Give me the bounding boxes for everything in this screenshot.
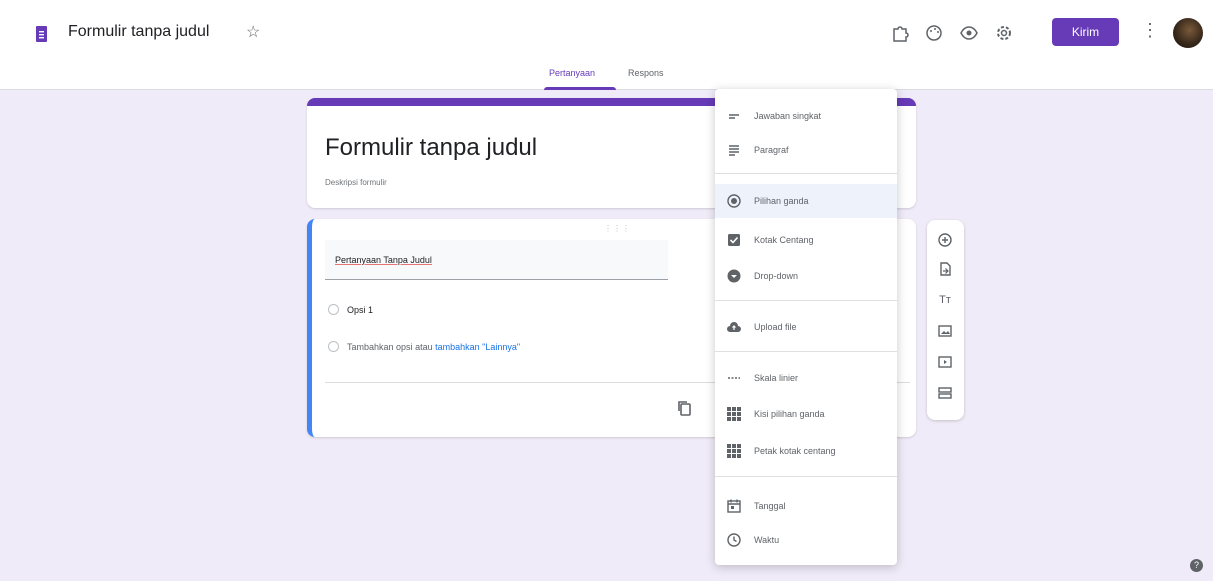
option-1[interactable]: Opsi 1: [347, 305, 373, 315]
menu-item-label: Kotak Centang: [754, 235, 814, 245]
form-name[interactable]: Formulir tanpa judul: [68, 23, 209, 41]
question-type-menu: Jawaban singkat Paragraf Pilihan ganda K…: [715, 89, 897, 565]
menu-item-time[interactable]: Waktu: [715, 523, 897, 557]
question-title-field[interactable]: Pertanyaan Tanpa Judul: [325, 240, 668, 280]
menu-item-checkbox-grid[interactable]: Petak kotak centang: [715, 434, 897, 468]
menu-item-dropdown[interactable]: Drop-down: [715, 259, 897, 293]
form-title[interactable]: Formulir tanpa judul: [325, 134, 537, 162]
app-header: Formulir tanpa judul ☆ Kirim ⋮ Pertanyaa…: [0, 0, 1213, 90]
menu-item-paragraph[interactable]: Paragraf: [715, 133, 897, 167]
cloud-upload-icon: [726, 319, 742, 335]
menu-item-label: Waktu: [754, 535, 780, 545]
import-questions-icon[interactable]: [937, 261, 953, 277]
tab-respons[interactable]: Respons: [628, 68, 664, 78]
menu-divider: [715, 476, 897, 477]
dropdown-icon: [726, 268, 742, 284]
radio-icon: [328, 304, 339, 315]
menu-item-short-answer[interactable]: Jawaban singkat: [715, 99, 897, 133]
question-title[interactable]: Pertanyaan Tanpa Judul: [335, 255, 432, 265]
active-tab-indicator: [544, 87, 616, 90]
avatar[interactable]: [1173, 18, 1203, 48]
send-button[interactable]: Kirim: [1052, 18, 1119, 46]
menu-item-label: Tanggal: [754, 501, 786, 511]
menu-item-label: Kisi pilihan ganda: [754, 409, 825, 419]
form-description[interactable]: Deskripsi formulir: [325, 178, 387, 187]
or-text: atau: [415, 342, 433, 352]
menu-item-label: Skala linier: [754, 373, 799, 383]
menu-item-file-upload[interactable]: Upload file: [715, 310, 897, 344]
menu-divider: [715, 173, 897, 174]
menu-item-label: Upload file: [754, 322, 797, 332]
checkbox-grid-icon: [726, 443, 742, 459]
calendar-icon: [726, 498, 742, 514]
radio-icon: [328, 341, 339, 352]
menu-item-label: Drop-down: [754, 271, 799, 281]
star-icon[interactable]: ☆: [246, 22, 260, 42]
menu-item-label: Jawaban singkat: [754, 111, 822, 121]
add-title-icon[interactable]: Tт: [937, 292, 953, 308]
help-icon[interactable]: ?: [1190, 559, 1203, 572]
duplicate-icon[interactable]: [676, 399, 694, 417]
puzzle-icon[interactable]: [889, 22, 911, 44]
checkbox-icon: [726, 232, 742, 248]
menu-item-linear-scale[interactable]: Skala linier: [715, 361, 897, 395]
drag-handle-icon[interactable]: ⋮⋮⋮: [604, 224, 631, 233]
radio-button-icon: [726, 193, 742, 209]
menu-item-label: Paragraf: [754, 145, 789, 155]
short-answer-icon: [726, 108, 742, 124]
add-section-icon[interactable]: [937, 385, 953, 401]
menu-item-multiple-choice[interactable]: Pilihan ganda: [715, 184, 897, 218]
tab-pertanyaan[interactable]: Pertanyaan: [549, 68, 595, 78]
menu-item-label: Pilihan ganda: [754, 196, 809, 206]
paragraph-icon: [726, 142, 742, 158]
linear-scale-icon: [726, 370, 742, 386]
add-other-link[interactable]: tambahkan "Lainnya": [435, 342, 520, 352]
grid-icon: [726, 406, 742, 422]
add-image-icon[interactable]: [937, 323, 953, 339]
side-toolbar: Tт: [927, 220, 964, 420]
forms-logo-icon[interactable]: [36, 26, 47, 42]
preview-icon[interactable]: [958, 22, 980, 44]
settings-icon[interactable]: [993, 22, 1015, 44]
more-vert-icon[interactable]: ⋮: [1141, 20, 1159, 41]
menu-item-multiple-choice-grid[interactable]: Kisi pilihan ganda: [715, 397, 897, 431]
menu-divider: [715, 300, 897, 301]
menu-item-checkboxes[interactable]: Kotak Centang: [715, 223, 897, 257]
add-video-icon[interactable]: [937, 354, 953, 370]
palette-icon[interactable]: [923, 22, 945, 44]
menu-item-label: Petak kotak centang: [754, 446, 836, 456]
menu-divider: [715, 351, 897, 352]
clock-icon: [726, 532, 742, 548]
add-question-icon[interactable]: [937, 232, 953, 248]
add-option-row: Tambahkan opsi atau tambahkan "Lainnya": [347, 342, 520, 352]
menu-item-date[interactable]: Tanggal: [715, 489, 897, 523]
add-option-link[interactable]: Tambahkan opsi: [347, 342, 413, 352]
